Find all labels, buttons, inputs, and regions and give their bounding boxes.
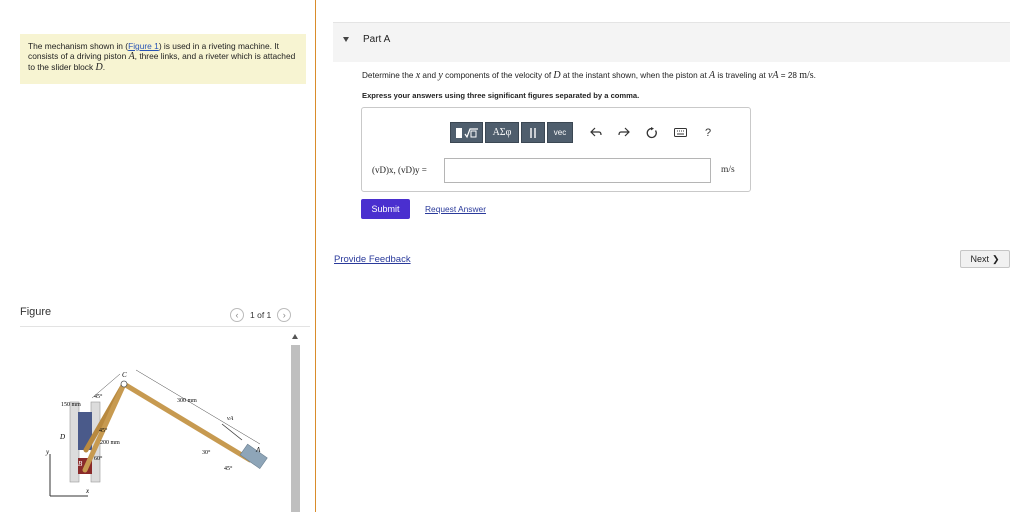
part-header[interactable]: Part A <box>333 22 1010 62</box>
provide-feedback-link[interactable]: Provide Feedback <box>334 254 411 265</box>
q-text: components of the velocity of <box>442 71 554 80</box>
scroll-up-icon[interactable] <box>292 334 298 339</box>
question-text: Determine the x and y components of the … <box>362 70 816 81</box>
x-axis-label: x <box>85 487 90 495</box>
undo-icon[interactable] <box>589 126 603 140</box>
intro-text: . <box>102 62 106 72</box>
column-divider <box>315 0 316 512</box>
slider-guide-left <box>69 401 80 483</box>
figure-divider <box>20 326 310 327</box>
vector-button[interactable]: vec <box>547 122 573 143</box>
velocity-arrow <box>221 423 243 441</box>
block-symbol: D <box>95 62 103 73</box>
templates-icon <box>455 127 478 138</box>
templates-button[interactable] <box>450 122 483 143</box>
dim-300: 300 mm <box>177 398 197 404</box>
piston-a <box>239 443 268 470</box>
keyboard-icon[interactable] <box>673 126 687 140</box>
request-answer-link[interactable]: Request Answer <box>425 204 486 214</box>
superscript-icon <box>530 127 536 138</box>
label-a: A <box>255 446 261 454</box>
next-label: Next <box>970 254 989 264</box>
label-c: C <box>122 371 127 379</box>
figure-page-count: 1 of 1 <box>250 310 272 320</box>
submit-button[interactable]: Submit <box>361 199 410 219</box>
dim-200: 200 mm <box>100 440 120 446</box>
superscript-button[interactable] <box>521 122 545 143</box>
left-panel: The mechanism shown in (Figure 1) is use… <box>0 0 316 512</box>
y-axis-label: y <box>45 448 50 456</box>
link-ca <box>121 381 253 463</box>
angle-30: 30° <box>202 449 211 456</box>
chevron-right-icon: ❯ <box>991 253 1000 264</box>
problem-intro: The mechanism shown in (Figure 1) is use… <box>20 34 306 84</box>
q-text: and <box>420 71 439 80</box>
q-text: = 28 <box>778 71 800 80</box>
answer-input[interactable] <box>444 158 711 183</box>
greek-symbols-button[interactable]: ΑΣφ <box>485 122 519 143</box>
answer-panel: ΑΣφ vec ? (vD)x, (vD)y = m/s <box>361 107 751 192</box>
reset-icon[interactable] <box>645 126 659 140</box>
q-text: . <box>813 71 816 80</box>
next-button[interactable]: Next ❯ <box>960 250 1010 268</box>
answer-instructions: Express your answers using three signifi… <box>362 91 640 100</box>
label-d: D <box>59 433 65 441</box>
angle-45-bottom: 45° <box>224 465 233 472</box>
q-text: Determine the <box>362 71 416 80</box>
part-title: Part A <box>363 34 391 45</box>
label-b: B <box>78 460 83 468</box>
pin-c <box>120 380 128 388</box>
figure-link[interactable]: Figure 1 <box>128 41 159 51</box>
help-icon[interactable]: ? <box>701 126 715 140</box>
mechanism-figure: y x D B C vA A 150 mm 200 mm 300 mm 45° … <box>45 369 268 497</box>
prev-figure-button[interactable]: ‹ <box>230 308 244 322</box>
scroll-thumb[interactable] <box>291 345 300 512</box>
label-va: vA <box>227 416 234 422</box>
math-toolbar: ΑΣφ vec ? <box>450 122 715 143</box>
q-unit: m/s <box>799 70 814 81</box>
q-text: is traveling at <box>715 71 768 80</box>
dim-150: 150 mm <box>61 402 81 408</box>
answer-unit: m/s <box>721 165 735 175</box>
angle-45-top: 45° <box>94 393 103 400</box>
q-symbol-d: D <box>553 70 561 81</box>
q-text: at the instant shown, when the piston at <box>560 71 710 80</box>
redo-icon[interactable] <box>617 126 631 140</box>
angle-45-mid: 45° <box>99 427 108 434</box>
figure-scrollbar[interactable] <box>290 330 301 512</box>
angle-60: 60° <box>94 455 103 462</box>
intro-text: The mechanism shown in ( <box>28 41 129 51</box>
figure-label: Figure <box>20 306 52 318</box>
dim-line-300 <box>135 369 261 445</box>
answer-label: (vD)x, (vD)y = <box>372 165 427 175</box>
q-symbol-va: vA <box>767 70 779 81</box>
next-figure-button[interactable]: › <box>277 308 292 322</box>
figure-pager: ‹ 1 of 1 › <box>230 308 292 322</box>
collapse-caret-icon[interactable] <box>343 37 349 42</box>
